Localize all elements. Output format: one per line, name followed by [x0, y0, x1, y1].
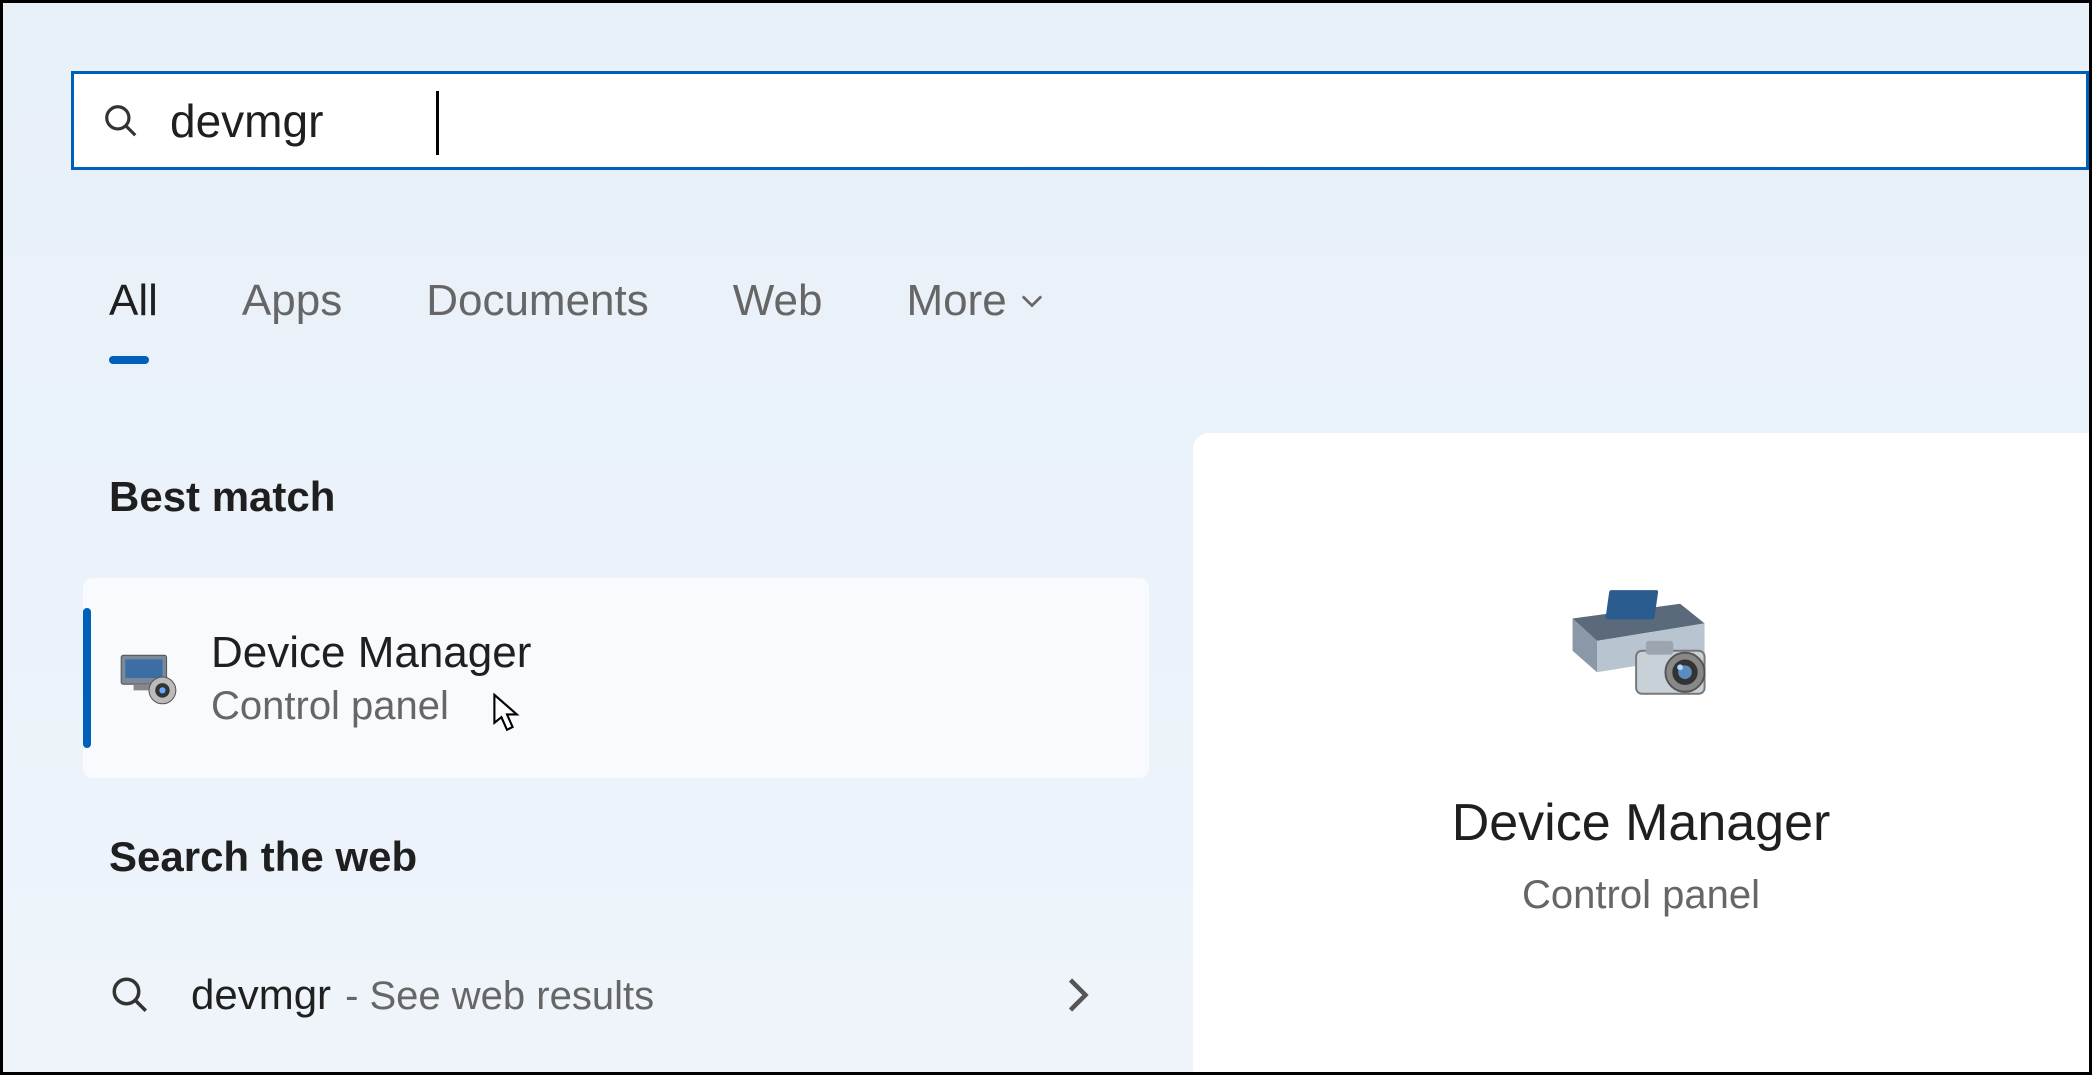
web-result-item[interactable]: devmgr - See web results [109, 945, 1119, 1045]
web-result-query: devmgr [191, 971, 331, 1019]
text-caret [436, 91, 439, 155]
result-device-manager[interactable]: Device Manager Control panel [83, 578, 1149, 778]
search-icon [109, 974, 151, 1016]
tab-apps[interactable]: Apps [242, 276, 342, 350]
tab-web[interactable]: Web [733, 276, 823, 350]
tab-documents[interactable]: Documents [426, 276, 649, 350]
search-icon [102, 102, 140, 140]
device-manager-large-icon [1553, 573, 1729, 703]
detail-subtitle: Control panel [1522, 873, 1760, 918]
web-result-suffix: - See web results [345, 974, 654, 1019]
search-box[interactable] [71, 71, 2089, 170]
chevron-right-icon [1067, 977, 1089, 1013]
tab-more[interactable]: More [906, 276, 1042, 350]
results-list: Device Manager Control panel [83, 578, 1149, 778]
tab-more-label: More [906, 276, 1006, 326]
chevron-down-icon [1021, 294, 1043, 308]
web-result-text: devmgr - See web results [191, 971, 654, 1019]
search-web-heading: Search the web [109, 833, 417, 881]
result-subtitle: Control panel [211, 684, 531, 729]
detail-title: Device Manager [1452, 793, 1831, 853]
result-title: Device Manager [211, 628, 531, 678]
device-manager-icon [115, 645, 181, 711]
detail-pane: Device Manager Control panel [1193, 433, 2089, 1072]
search-input[interactable] [170, 94, 2086, 148]
filter-tabs: All Apps Documents Web More [109, 276, 1043, 350]
best-match-heading: Best match [109, 473, 335, 521]
result-text: Device Manager Control panel [211, 628, 531, 729]
tab-all[interactable]: All [109, 276, 158, 350]
